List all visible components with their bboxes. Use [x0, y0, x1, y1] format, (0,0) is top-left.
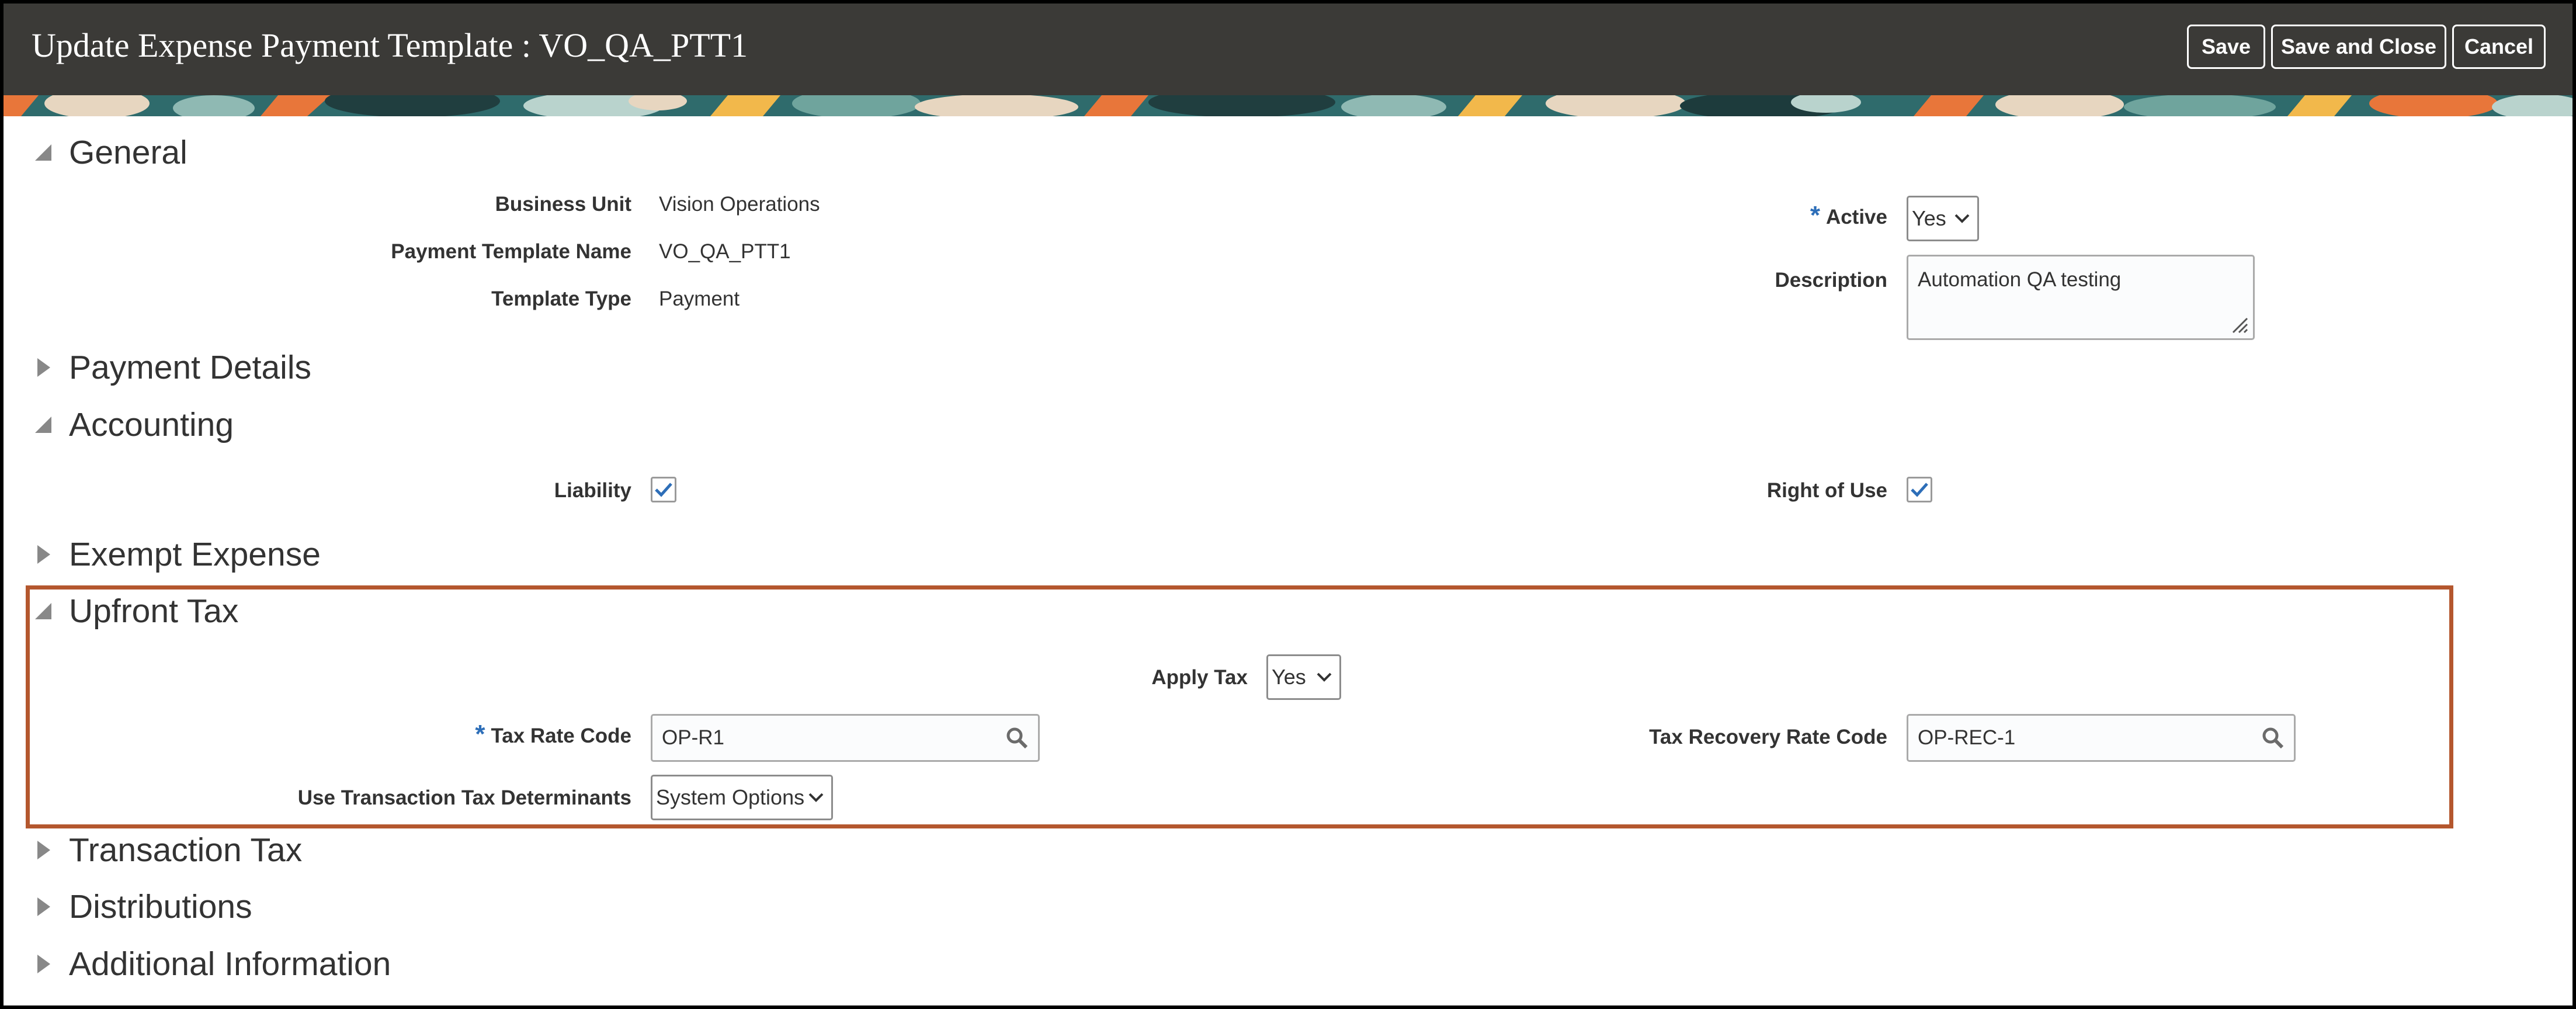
use-transaction-tax-determinants-select[interactable]: System Options — [651, 775, 833, 820]
triangle-collapsed-icon — [37, 841, 50, 859]
section-accounting-title: Accounting — [69, 406, 234, 443]
section-transaction-tax-title: Transaction Tax — [69, 831, 303, 869]
use-transaction-tax-determinants-label: Use Transaction Tax Determinants — [297, 786, 631, 809]
section-general-header[interactable]: General — [33, 133, 188, 172]
active-label: * Active — [1810, 201, 1887, 230]
checkmark-icon — [1911, 483, 1928, 497]
section-general-title: General — [69, 134, 188, 171]
chevron-down-icon — [1954, 214, 1970, 223]
section-payment-details-title: Payment Details — [69, 349, 312, 386]
decorative-banner — [4, 95, 2572, 116]
triangle-expanded-icon — [35, 144, 51, 161]
section-upfront-tax-title: Upfront Tax — [69, 592, 239, 630]
active-select[interactable]: Yes — [1907, 196, 1979, 241]
business-unit-value: Vision Operations — [659, 193, 820, 216]
cancel-button[interactable]: Cancel — [2452, 25, 2546, 69]
right-of-use-label: Right of Use — [1766, 479, 1887, 502]
section-distributions-title: Distributions — [69, 888, 252, 925]
section-additional-information-header[interactable]: Additional Information — [33, 945, 391, 983]
liability-checkbox[interactable] — [651, 477, 676, 502]
description-textarea[interactable]: Automation QA testing — [1907, 255, 2255, 340]
right-of-use-checkbox[interactable] — [1907, 477, 1932, 502]
search-icon[interactable] — [2261, 726, 2285, 750]
apply-tax-select[interactable]: Yes — [1266, 654, 1341, 700]
save-and-close-button[interactable]: Save and Close — [2271, 25, 2446, 69]
page-title: Update Expense Payment Template : VO_QA_… — [32, 26, 748, 64]
triangle-expanded-icon — [35, 417, 51, 433]
tax-rate-code-input[interactable]: OP-R1 — [651, 714, 1040, 762]
search-icon[interactable] — [1005, 726, 1029, 750]
payment-template-name-label: Payment Template Name — [391, 240, 631, 263]
required-indicator: * — [475, 720, 485, 748]
template-type-value: Payment — [659, 287, 740, 310]
chevron-down-icon — [808, 793, 824, 802]
payment-template-name-value: VO_QA_PTT1 — [659, 240, 791, 263]
triangle-collapsed-icon — [37, 955, 50, 973]
section-transaction-tax-header[interactable]: Transaction Tax — [33, 831, 302, 869]
save-button[interactable]: Save — [2187, 25, 2265, 69]
required-indicator: * — [1810, 201, 1820, 230]
chevron-down-icon — [1317, 672, 1332, 682]
page-header: Update Expense Payment Template : VO_QA_… — [4, 4, 2572, 95]
triangle-collapsed-icon — [37, 358, 50, 377]
template-type-label: Template Type — [491, 287, 631, 310]
business-unit-label: Business Unit — [495, 193, 631, 216]
section-additional-information-title: Additional Information — [69, 945, 391, 983]
triangle-collapsed-icon — [37, 897, 50, 916]
tax-recovery-rate-code-label: Tax Recovery Rate Code — [1649, 726, 1887, 748]
section-payment-details-header[interactable]: Payment Details — [33, 348, 311, 387]
app-window: Update Expense Payment Template : VO_QA_… — [0, 0, 2576, 1009]
section-distributions-header[interactable]: Distributions — [33, 887, 252, 926]
section-exempt-expense-title: Exempt Expense — [69, 536, 321, 573]
tax-recovery-rate-code-input[interactable]: OP-REC-1 — [1907, 714, 2296, 762]
apply-tax-label: Apply Tax — [1151, 666, 1248, 689]
triangle-collapsed-icon — [37, 545, 50, 564]
section-upfront-tax-header[interactable]: Upfront Tax — [33, 592, 238, 630]
description-label: Description — [1775, 269, 1887, 292]
checkmark-icon — [655, 483, 672, 497]
liability-label: Liability — [554, 479, 631, 502]
section-accounting-header[interactable]: Accounting — [33, 405, 234, 444]
resize-grip-icon[interactable] — [2228, 314, 2248, 334]
section-exempt-expense-header[interactable]: Exempt Expense — [33, 535, 321, 574]
triangle-expanded-icon — [35, 603, 51, 619]
tax-rate-code-label: * Tax Rate Code — [475, 720, 631, 748]
